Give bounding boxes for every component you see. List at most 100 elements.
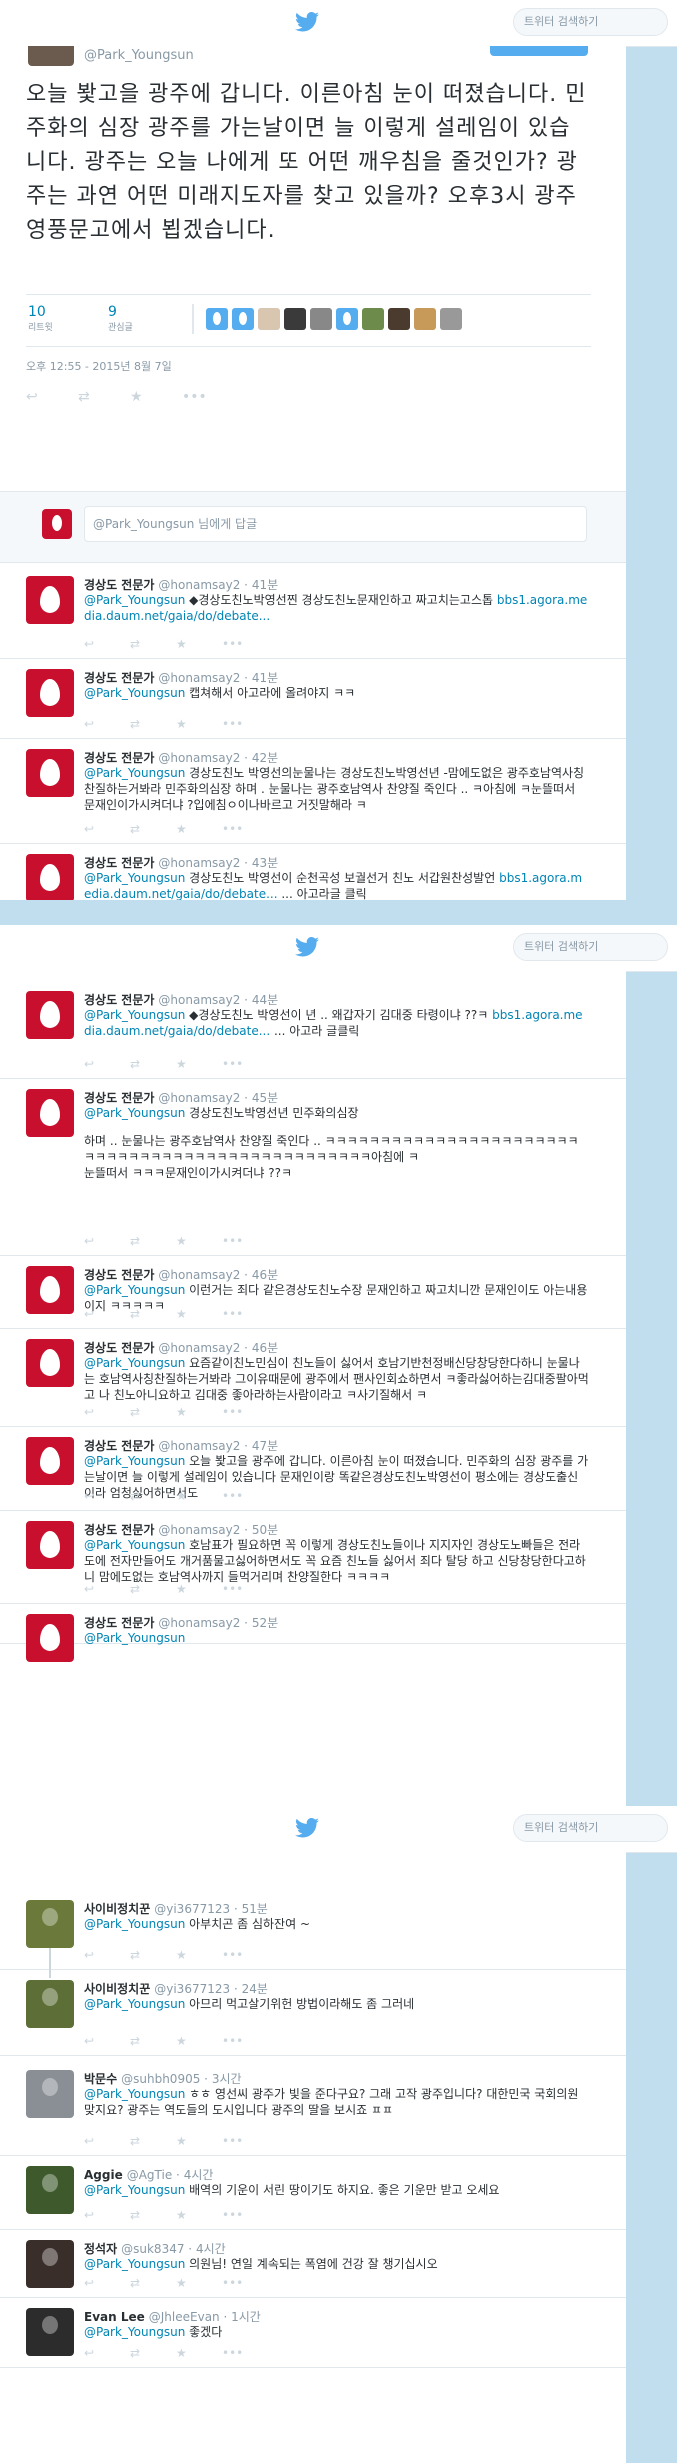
retweet-icon[interactable]: ⇄: [130, 822, 144, 836]
avatar[interactable]: [26, 669, 74, 717]
author-name[interactable]: 경상도 전문가: [84, 1091, 154, 1105]
reply-tweet[interactable]: 경상도 전문가 @honamsay2 · 47분 @Park_Youngsun 오늘…: [0, 1427, 626, 1511]
more-icon[interactable]: •••: [222, 822, 243, 836]
favorite-icon[interactable]: ★: [176, 1234, 190, 1248]
retweet-icon[interactable]: ⇄: [130, 1582, 144, 1596]
reply-icon[interactable]: ↩: [84, 1489, 98, 1503]
avatar[interactable]: [26, 1266, 74, 1314]
follow-button[interactable]: [490, 46, 588, 56]
reply-icon[interactable]: ↩: [84, 1948, 98, 1962]
mention-link[interactable]: @Park_Youngsun: [84, 1008, 185, 1022]
reply-icon[interactable]: ↩: [84, 2134, 98, 2148]
reply-tweet[interactable]: 경상도 전문가 @honamsay2 · 41분 @Park_Youngsun ◆경…: [0, 566, 626, 659]
more-icon[interactable]: •••: [222, 2134, 243, 2148]
avatar[interactable]: [26, 854, 74, 900]
reply-icon[interactable]: ↩: [26, 390, 40, 404]
avatar[interactable]: [388, 308, 410, 330]
twitter-bird-icon[interactable]: [295, 937, 319, 957]
reply-icon[interactable]: ↩: [84, 822, 98, 836]
avatar[interactable]: [26, 1089, 74, 1137]
avatar[interactable]: [336, 308, 358, 330]
tweet-time[interactable]: 4시간: [184, 2168, 214, 2182]
favorite-icon[interactable]: ★: [176, 717, 190, 731]
reply-tweet[interactable]: 사이비정치꾼 @yi3677123 · 51분 @Park_Youngsun 아부치…: [0, 1890, 626, 1970]
author-handle[interactable]: @yi3677123: [154, 1902, 230, 1916]
reply-tweet[interactable]: 경상도 전문가 @honamsay2 · 45분 @Park_Youngsun 경상…: [0, 1079, 626, 1256]
tweet-time[interactable]: 46분: [252, 1341, 278, 1355]
author-handle[interactable]: @honamsay2: [158, 993, 240, 1007]
favorite-icon[interactable]: ★: [176, 1057, 190, 1071]
author-handle[interactable]: @suhbh0905: [121, 2072, 200, 2086]
mention-link[interactable]: @Park_Youngsun: [84, 593, 185, 607]
tweet-time[interactable]: 43분: [252, 856, 278, 870]
retweet-icon[interactable]: ⇄: [130, 2134, 144, 2148]
tweet-time[interactable]: 51분: [242, 1902, 268, 1916]
reply-icon[interactable]: ↩: [84, 717, 98, 731]
author-handle[interactable]: @honamsay2: [158, 671, 240, 685]
author-handle[interactable]: @honamsay2: [158, 856, 240, 870]
author-handle[interactable]: @AgTie: [127, 2168, 173, 2182]
favorite-icon[interactable]: ★: [130, 390, 144, 404]
tweet-time[interactable]: 46분: [252, 1268, 278, 1282]
retweet-stats[interactable]: 10 리트윗: [28, 304, 53, 333]
more-icon[interactable]: •••: [222, 717, 243, 731]
avatar[interactable]: [310, 308, 332, 330]
more-icon[interactable]: •••: [222, 637, 243, 651]
mention-link[interactable]: @Park_Youngsun: [84, 1538, 185, 1552]
reply-icon[interactable]: ↩: [84, 637, 98, 651]
like-stats[interactable]: 9 관심글: [108, 304, 133, 333]
mention-link[interactable]: @Park_Youngsun: [84, 1631, 185, 1645]
author-name[interactable]: 정석자: [84, 2242, 117, 2256]
mention-link[interactable]: @Park_Youngsun: [84, 2257, 185, 2271]
reply-tweet[interactable]: Evan Lee @JhleeEvan · 1시간 @Park_Youngsun 좋…: [0, 2298, 626, 2368]
author-name[interactable]: 경상도 전문가: [84, 1341, 154, 1355]
more-icon[interactable]: •••: [222, 1405, 243, 1419]
author-name[interactable]: 박문수: [84, 2072, 117, 2086]
more-icon[interactable]: •••: [222, 1582, 243, 1596]
author-name[interactable]: 경상도 전문가: [84, 578, 154, 592]
more-icon[interactable]: •••: [222, 1948, 243, 1962]
mention-link[interactable]: @Park_Youngsun: [84, 766, 185, 780]
author-handle[interactable]: @honamsay2: [158, 1341, 240, 1355]
retweet-icon[interactable]: ⇄: [130, 1307, 144, 1321]
avatar[interactable]: [26, 1339, 74, 1387]
avatar[interactable]: [26, 2308, 74, 2356]
author-avatar[interactable]: [28, 46, 74, 66]
avatar[interactable]: [284, 308, 306, 330]
reply-tweet[interactable]: 경상도 전문가 @honamsay2 · 46분 @Park_Youngsun 이런…: [0, 1256, 626, 1329]
reply-input[interactable]: @Park_Youngsun 님에게 답글: [84, 506, 587, 542]
author-name[interactable]: Evan Lee: [84, 2310, 145, 2324]
author-name[interactable]: 경상도 전문가: [84, 856, 154, 870]
reply-icon[interactable]: ↩: [84, 1307, 98, 1321]
more-icon[interactable]: •••: [222, 2276, 243, 2290]
more-icon[interactable]: •••: [222, 1489, 243, 1503]
mention-link[interactable]: @Park_Youngsun: [84, 871, 185, 885]
mention-link[interactable]: @Park_Youngsun: [84, 1997, 185, 2011]
author-name[interactable]: 경상도 전문가: [84, 1268, 154, 1282]
author-handle[interactable]: @honamsay2: [158, 1523, 240, 1537]
reply-icon[interactable]: ↩: [84, 1057, 98, 1071]
avatar[interactable]: [26, 1521, 74, 1569]
avatar[interactable]: [26, 576, 74, 624]
tweet-time[interactable]: 45분: [252, 1091, 278, 1105]
avatar[interactable]: [26, 2166, 74, 2214]
search-input[interactable]: 트위터 검색하기: [513, 933, 668, 961]
retweet-icon[interactable]: ⇄: [130, 2276, 144, 2290]
mention-link[interactable]: @Park_Youngsun: [84, 1917, 185, 1931]
more-icon[interactable]: •••: [182, 390, 207, 404]
avatar[interactable]: [362, 308, 384, 330]
author-handle[interactable]: @honamsay2: [158, 1616, 240, 1630]
tweet-time[interactable]: 1시간: [231, 2310, 261, 2324]
more-icon[interactable]: •••: [222, 2208, 243, 2222]
retweet-icon[interactable]: ⇄: [130, 637, 144, 651]
avatar[interactable]: [26, 1980, 74, 2028]
author-name[interactable]: 경상도 전문가: [84, 1439, 154, 1453]
avatar[interactable]: [206, 308, 228, 330]
tweet-time[interactable]: 42분: [252, 751, 278, 765]
author-name[interactable]: 사이비정치꾼: [84, 1902, 150, 1916]
author-handle[interactable]: @honamsay2: [158, 1439, 240, 1453]
avatar[interactable]: [26, 991, 74, 1039]
favorite-icon[interactable]: ★: [176, 822, 190, 836]
more-icon[interactable]: •••: [222, 1234, 243, 1248]
reply-icon[interactable]: ↩: [84, 2276, 98, 2290]
